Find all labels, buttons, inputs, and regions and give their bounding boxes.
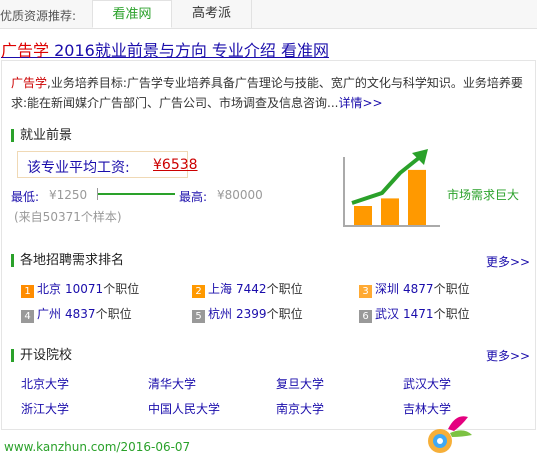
city-rank-item[interactable]: 5 杭州 2399个职位 [192,305,303,323]
city-rank-item[interactable]: 3 深圳 4877个职位 [359,280,470,298]
schools-more-link[interactable]: 更多>> [486,347,530,364]
city-count: 4837 [65,307,96,321]
city-rank-item[interactable]: 6 武汉 1471个职位 [359,305,470,323]
school-link[interactable]: 南京大学 [276,400,324,417]
city-rank-item[interactable]: 4 广州 4837个职位 [21,305,132,323]
intro-text: 广告学,业务培养目标:广告学专业培养具备广告理论与技能、宽广的文化与科学知识。业… [11,73,526,113]
max-salary-value: ¥80000 [217,188,263,202]
school-link[interactable]: 武汉大学 [403,375,451,392]
city-unit: 个职位 [433,282,470,296]
city-name: 北京 [37,282,62,296]
city-count: 2399 [236,307,267,321]
city-unit: 个职位 [95,307,132,321]
rank-badge: 5 [192,310,205,323]
city-count: 1471 [403,307,434,321]
salary-range-marker [97,188,98,200]
city-unit: 个职位 [103,282,140,296]
result-title-link[interactable]: 广告学 2016就业前景与方向 专业介绍 看准网 [1,37,329,61]
salary-label: 该专业平均工资: [27,160,130,176]
city-rank-item[interactable]: 1 北京 10071个职位 [21,280,139,298]
city-unit: 个职位 [266,282,303,296]
school-link[interactable]: 复旦大学 [276,375,324,392]
school-link[interactable]: 北京大学 [21,375,69,392]
intro-body: ,业务培养目标:广告学专业培养具备广告理论与技能、宽广的文化与科学知识。业务培养… [11,76,523,110]
salary-range-bar [97,193,175,195]
schools-heading: 开设院校 [11,349,72,362]
rank-badge: 3 [359,285,372,298]
school-link[interactable]: 清华大学 [148,375,196,392]
employment-heading: 就业前景 [11,129,72,142]
city-name: 广州 [37,307,62,321]
city-name: 武汉 [375,307,400,321]
ranking-more-link[interactable]: 更多>> [486,253,530,270]
intro-keyword: 广告学 [11,76,48,90]
title-keyword: 广告学 [1,41,50,60]
tab-kanzhun[interactable]: 看准网 [92,0,172,28]
city-name: 上海 [208,282,233,296]
intro-details-link[interactable]: 详情>> [339,96,383,110]
market-demand-chart [343,149,440,227]
city-count: 7442 [236,282,267,296]
footer-url: www.kanzhun.com/2016-06-07 [4,440,191,454]
watermark-logo [428,416,472,453]
demand-bar [354,206,372,225]
result-card [1,60,536,430]
rank-badge: 2 [192,285,205,298]
market-demand-label: 市场需求巨大 [447,188,520,202]
min-salary-label: 最低: [11,190,40,204]
city-name: 深圳 [375,282,400,296]
title-rest: 2016就业前景与方向 专业介绍 看准网 [49,41,329,60]
rank-badge: 1 [21,285,34,298]
school-link[interactable]: 浙江大学 [21,400,69,417]
city-count: 10071 [65,282,104,296]
sample-note: (来自50371个样本) [14,210,122,224]
city-name: 杭州 [208,307,233,321]
city-unit: 个职位 [433,307,470,321]
min-salary-value: ¥1250 [49,188,88,202]
rank-badge: 6 [359,310,372,323]
recommend-bar: 优质资源推荐: [0,0,537,29]
tab-gaokaopai[interactable]: 高考派 [172,0,252,28]
school-link[interactable]: 中国人民大学 [148,400,220,417]
ranking-heading: 各地招聘需求排名 [11,254,124,267]
city-count: 4877 [403,282,434,296]
city-unit: 个职位 [266,307,303,321]
rank-badge: 4 [21,310,34,323]
demand-bar [408,169,426,225]
max-salary-label: 最高: [179,190,208,204]
salary-value-link[interactable]: ¥6538 [153,157,198,173]
recommend-label: 优质资源推荐: [0,9,77,23]
demand-bar [381,198,399,225]
city-rank-item[interactable]: 2 上海 7442个职位 [192,280,303,298]
